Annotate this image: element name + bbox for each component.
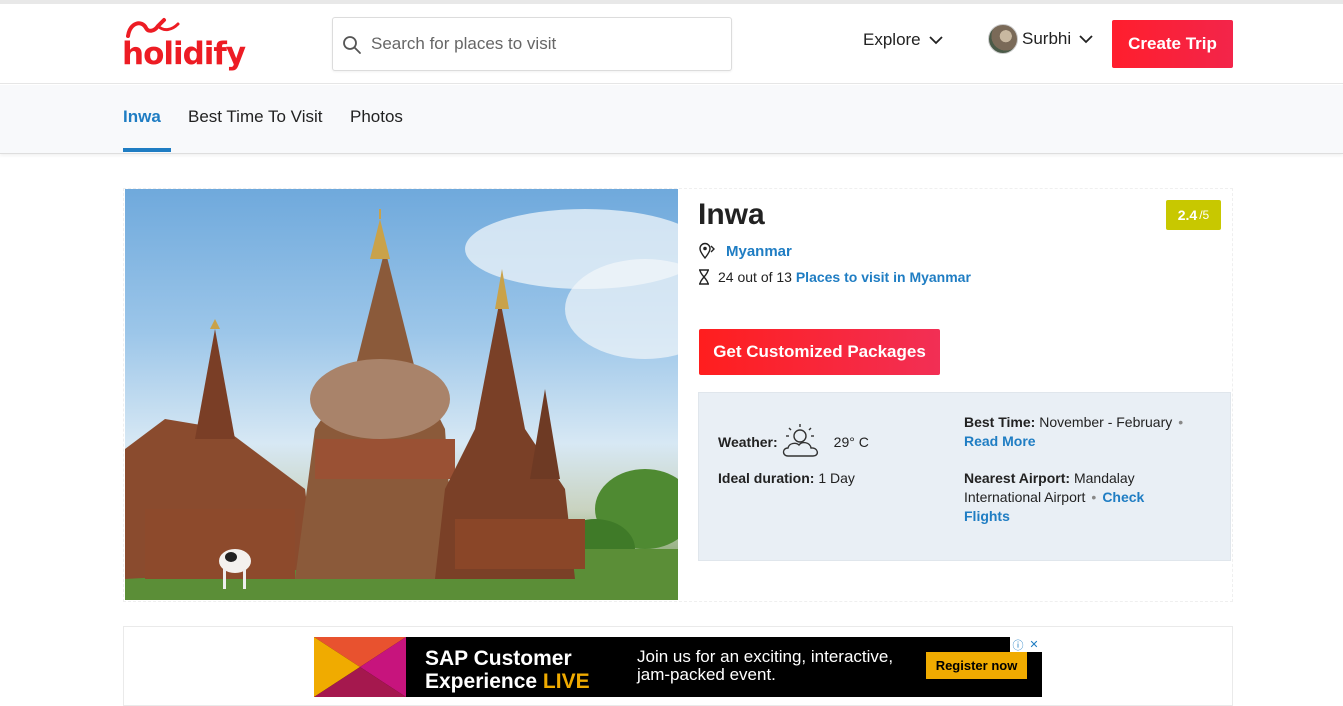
- explore-menu[interactable]: Explore: [863, 30, 943, 50]
- duration-value: 1 Day: [818, 470, 855, 486]
- user-name: Surbhi: [1022, 29, 1072, 48]
- rating-scale: /5: [1199, 208, 1210, 222]
- create-trip-button[interactable]: Create Trip: [1112, 20, 1233, 68]
- hero-image[interactable]: [125, 189, 678, 600]
- location-pin-icon: [699, 242, 715, 260]
- chevron-down-icon: [1079, 34, 1093, 43]
- ad-info-icon[interactable]: ⓘ: [1010, 637, 1026, 652]
- country-row: Myanmar: [698, 242, 792, 260]
- hourglass-icon: [699, 269, 709, 285]
- country-link[interactable]: Myanmar: [726, 243, 792, 260]
- weather-info: Weather: 29° C: [718, 422, 869, 462]
- page-tabs: Inwa Best Time To Visit Photos: [0, 85, 1343, 154]
- weather-value: 29° C: [833, 433, 869, 450]
- rank-row: 24 out of 13 Places to visit in Myanmar: [698, 269, 971, 285]
- search-input[interactable]: [371, 26, 721, 62]
- ad-title-line2: Experience: [425, 670, 538, 693]
- duration-label: Ideal duration:: [718, 470, 815, 486]
- page-title: Inwa: [698, 198, 765, 231]
- site-header: holidify Explore Surbhi Create Trip: [0, 4, 1343, 84]
- best-time-label: Best Time:: [964, 414, 1036, 430]
- ad-title-live: LIVE: [542, 670, 590, 693]
- rank-text: 24 out of 13: [718, 269, 792, 285]
- nearest-airport-info: Nearest Airport: Mandalay International …: [964, 469, 1194, 526]
- register-now-button[interactable]: Register now: [926, 652, 1027, 679]
- rating-value: 2.4: [1177, 207, 1198, 223]
- separator-dot: •: [1091, 489, 1097, 505]
- pagoda-photo-illustration: [125, 209, 678, 600]
- ad-title: SAP Customer Experience LIVE: [425, 647, 590, 693]
- tab-photos[interactable]: Photos: [350, 107, 403, 127]
- read-more-link[interactable]: Read More: [964, 433, 1036, 449]
- rating-badge: 2.4 /5: [1166, 200, 1221, 230]
- partly-cloudy-icon: [782, 424, 818, 457]
- ad-title-line1: SAP Customer: [425, 647, 572, 670]
- logo-text: holidify: [122, 36, 246, 72]
- quick-info-panel: Weather: 29° C Ideal duration: 1 Day Bes…: [698, 392, 1231, 561]
- chevron-down-icon: [929, 35, 943, 44]
- airport-label: Nearest Airport:: [964, 470, 1071, 486]
- ideal-duration-info: Ideal duration: 1 Day: [718, 469, 855, 488]
- tab-inwa[interactable]: Inwa: [123, 107, 161, 127]
- get-customized-packages-button[interactable]: Get Customized Packages: [699, 329, 940, 375]
- best-time-info: Best Time: November - February • Read Mor…: [964, 413, 1219, 451]
- sap-ad-banner[interactable]: SAP Customer Experience LIVE Join us for…: [314, 637, 1042, 697]
- ad-geometric-art: [314, 637, 406, 697]
- tab-best-time-to-visit[interactable]: Best Time To Visit: [188, 107, 322, 127]
- places-to-visit-link[interactable]: Places to visit in Myanmar: [796, 269, 971, 285]
- active-tab-indicator: [123, 148, 171, 152]
- best-time-value: November - February: [1039, 414, 1173, 430]
- ad-close-icon[interactable]: ✕: [1026, 637, 1042, 652]
- holidify-logo[interactable]: holidify: [122, 14, 246, 76]
- user-menu[interactable]: Surbhi: [988, 24, 1093, 54]
- explore-label: Explore: [863, 30, 921, 49]
- ad-copy: Join us for an exciting, interactive, ja…: [637, 647, 894, 684]
- search-box[interactable]: [332, 17, 732, 71]
- separator-dot: •: [1178, 414, 1184, 430]
- search-icon: [343, 36, 361, 54]
- ad-controls: ⓘ ✕: [1010, 637, 1042, 652]
- weather-label: Weather:: [718, 433, 778, 450]
- avatar: [988, 24, 1018, 54]
